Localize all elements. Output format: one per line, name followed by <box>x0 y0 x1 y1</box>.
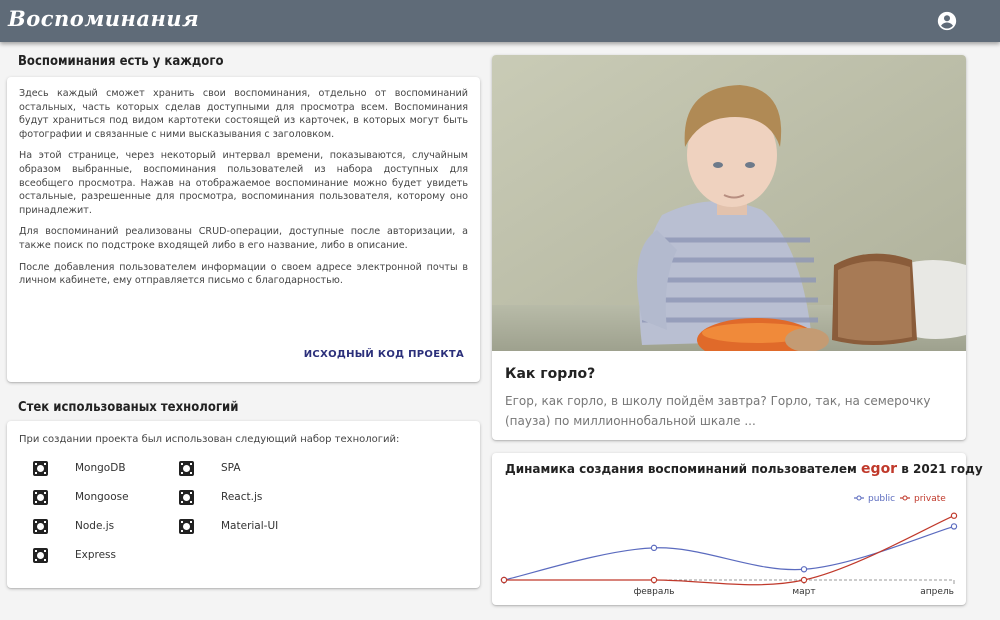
stack-intro: При создании проекта был использован сле… <box>19 434 400 445</box>
account-circle-icon[interactable] <box>936 10 958 32</box>
tech-badge-icon <box>33 548 48 563</box>
legend-marker-private <box>902 495 908 501</box>
memory-title: Как горло? <box>505 366 596 382</box>
tech-badge-icon <box>179 519 194 534</box>
tech-label: React.js <box>221 491 263 503</box>
tech-badge-icon <box>179 461 194 476</box>
memory-text: Егор, как горло, в школу пойдём завтра? … <box>505 394 931 428</box>
app-bar: Воспоминания <box>0 0 1000 42</box>
about-card: Здесь каждый сможет хранить свои воспоми… <box>7 77 480 382</box>
data-point-private <box>500 576 508 584</box>
tech-badge-icon <box>179 490 194 505</box>
about-paragraph: На этой странице, через некоторый интерв… <box>19 150 468 216</box>
about-paragraph: Здесь каждый сможет хранить свои воспоми… <box>19 88 468 140</box>
tech-label: Express <box>75 549 117 561</box>
chart-title-suffix: в 2021 году <box>901 462 983 476</box>
legend-label-private: private <box>914 494 946 504</box>
x-tick-label: март <box>792 587 815 597</box>
about-paragraph: Для воспоминаний реализованы CRUD-операц… <box>19 226 468 251</box>
data-point-private <box>800 576 808 584</box>
data-point-public <box>650 544 658 552</box>
tech-badge-icon <box>33 490 48 505</box>
line-chart: февраль март апрель public private <box>500 494 958 597</box>
x-tick-label: апрель <box>920 587 954 597</box>
legend-marker-public <box>856 495 862 501</box>
about-paragraph: После добавления пользователем информаци… <box>19 261 468 287</box>
series-line-public <box>503 525 955 581</box>
chart-title: Динамика создания воспоминаний пользоват… <box>505 461 983 477</box>
tech-label: Mongoose <box>75 491 129 503</box>
app-logo[interactable]: Воспоминания <box>8 6 199 31</box>
data-point-private <box>650 576 658 584</box>
tech-label: Material-UI <box>221 520 279 532</box>
chart-card: Динамика создания воспоминаний пользоват… <box>492 453 983 605</box>
x-tick-label: февраль <box>634 587 675 597</box>
tech-label: MongoDB <box>75 462 126 474</box>
source-code-link[interactable]: ИСХОДНЫЙ КОД ПРОЕКТА <box>304 349 464 360</box>
tech-badge-icon <box>33 461 48 476</box>
tech-badge-icon <box>33 519 48 534</box>
tech-list: MongoDB SPA Mongoose React.js Node.js Ma… <box>33 461 333 581</box>
memory-photo[interactable] <box>492 55 966 351</box>
legend-label-public: public <box>868 494 895 504</box>
chart-title-prefix: Динамика создания воспоминаний пользоват… <box>505 462 857 476</box>
about-title: Воспоминания есть у каждого <box>18 54 224 69</box>
memory-card[interactable]: Как горло? Егор, как горло, в школу пойд… <box>492 55 966 440</box>
data-point-public <box>950 523 958 530</box>
data-point-public <box>800 566 808 573</box>
stack-card: При создании проекта был использован сле… <box>7 421 480 588</box>
tech-label: SPA <box>221 462 241 474</box>
chart-title-user[interactable]: egor <box>861 461 897 477</box>
tech-label: Node.js <box>75 520 115 532</box>
data-point-private <box>950 512 958 519</box>
stack-title: Стек использованых технологий <box>18 400 239 415</box>
